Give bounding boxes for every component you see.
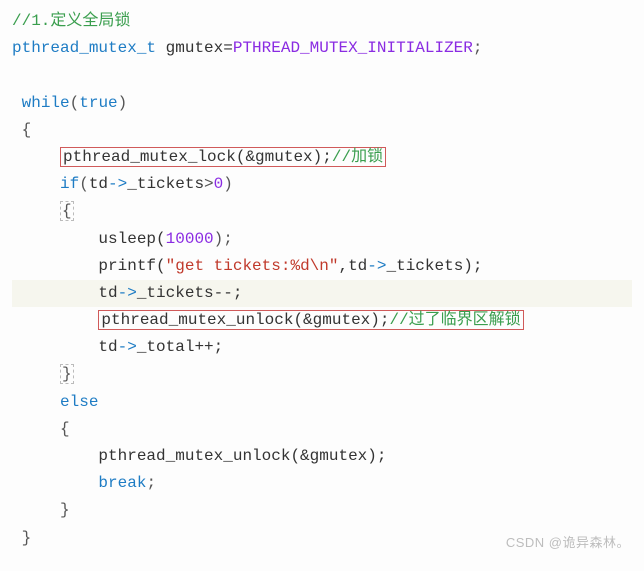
comment: //过了临界区解锁 (389, 311, 520, 329)
function-call: pthread_mutex_lock(&gmutex); (63, 148, 332, 166)
brace: { (62, 202, 72, 220)
punctuation: ); (214, 230, 233, 248)
code-line-2: pthread_mutex_t gmutex=PTHREAD_MUTEX_INI… (12, 35, 632, 62)
brace: { (22, 121, 32, 139)
arrow-operator: -> (108, 175, 127, 193)
watermark: CSDN @诡异森林。 (506, 532, 630, 554)
identifier: _tickets); (386, 257, 482, 275)
code-line-13: td->_total++; (12, 334, 632, 361)
function-call: usleep( (98, 230, 165, 248)
number: 10000 (166, 230, 214, 248)
brace: } (60, 501, 70, 519)
function-call: printf( (98, 257, 165, 275)
identifier: _tickets (127, 175, 204, 193)
keyword-break: break (98, 474, 146, 492)
code-line-6: pthread_mutex_lock(&gmutex);//加锁 (12, 144, 632, 171)
number: 0 (214, 175, 224, 193)
code-line-7: if(td->_tickets>0) (12, 171, 632, 198)
paren: ( (79, 175, 89, 193)
identifier: _total++; (137, 338, 223, 356)
code-line-9: usleep(10000); (12, 226, 632, 253)
paren: ( (70, 94, 80, 112)
brace: } (22, 529, 32, 547)
function-call: pthread_mutex_unlock(&gmutex); (98, 447, 386, 465)
code-line-blank (12, 62, 632, 89)
keyword-else: else (60, 393, 98, 411)
punctuation: ; (146, 474, 156, 492)
code-line-8: { (12, 198, 632, 225)
brace: { (60, 420, 70, 438)
identifier: ,td (338, 257, 367, 275)
code-line-14: } (12, 361, 632, 388)
code-line-16: { (12, 416, 632, 443)
operator: > (204, 175, 214, 193)
code-line-15: else (12, 389, 632, 416)
highlighted-lock-call: pthread_mutex_lock(&gmutex);//加锁 (60, 147, 386, 167)
highlighted-unlock-call: pthread_mutex_unlock(&gmutex);//过了临界区解锁 (98, 310, 523, 330)
comment: //加锁 (332, 148, 383, 166)
code-line-18: break; (12, 470, 632, 497)
constant: PTHREAD_MUTEX_INITIALIZER (233, 39, 473, 57)
code-line-19: } (12, 497, 632, 524)
brace-open-marker: { (60, 201, 74, 221)
identifier: td (89, 175, 108, 193)
code-line-12: pthread_mutex_unlock(&gmutex);//过了临界区解锁 (12, 307, 632, 334)
code-line-4: while(true) (12, 90, 632, 117)
function-call: pthread_mutex_unlock(&gmutex); (101, 311, 389, 329)
arrow-operator: -> (367, 257, 386, 275)
keyword-while: while (22, 94, 70, 112)
paren: ) (223, 175, 233, 193)
keyword-if: if (60, 175, 79, 193)
identifier: gmutex= (156, 39, 233, 57)
code-line-10: printf("get tickets:%d\n",td->_tickets); (12, 253, 632, 280)
comment: //1.定义全局锁 (12, 12, 130, 30)
type-keyword: pthread_mutex_t (12, 39, 156, 57)
arrow-operator: -> (118, 284, 137, 302)
code-line-17: pthread_mutex_unlock(&gmutex); (12, 443, 632, 470)
arrow-operator: -> (118, 338, 137, 356)
paren: ) (118, 94, 128, 112)
identifier: td (98, 338, 117, 356)
code-line-11: td->_tickets--; (12, 280, 632, 307)
identifier: _tickets--; (137, 284, 243, 302)
identifier: td (98, 284, 117, 302)
keyword-true: true (79, 94, 117, 112)
string-literal: "get tickets:%d\n" (166, 257, 339, 275)
code-line-5: { (12, 117, 632, 144)
punctuation: ; (473, 39, 483, 57)
brace-close-marker: } (60, 364, 74, 384)
brace: } (62, 365, 72, 383)
code-line-1: //1.定义全局锁 (12, 8, 632, 35)
